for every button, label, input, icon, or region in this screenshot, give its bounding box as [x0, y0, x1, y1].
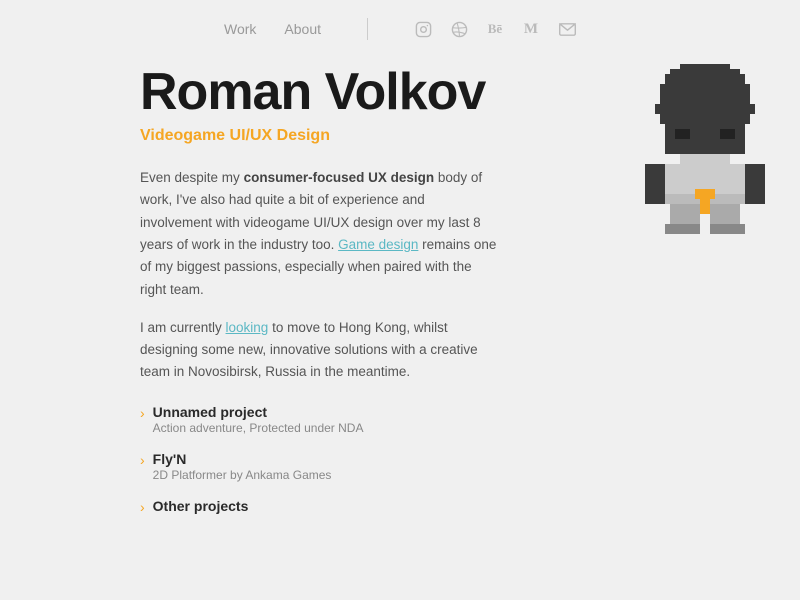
nav-links: Work About Bē	[224, 18, 576, 40]
project-sub: Action adventure, Protected under NDA	[153, 421, 364, 435]
project-name: Fly'N	[153, 451, 332, 467]
project-info: Fly'N 2D Platformer by Ankama Games	[153, 451, 332, 482]
project-item[interactable]: › Other projects	[140, 498, 700, 515]
looking-link[interactable]: looking	[226, 320, 269, 335]
nav-about[interactable]: About	[284, 21, 321, 37]
instagram-icon[interactable]	[414, 20, 432, 38]
medium-icon[interactable]: M	[522, 20, 540, 38]
project-item[interactable]: › Fly'N 2D Platformer by Ankama Games	[140, 451, 700, 482]
nav-divider	[367, 18, 368, 40]
nav-work[interactable]: Work	[224, 21, 256, 37]
content-left: Roman Volkov Videogame UI/UX Design Even…	[140, 64, 700, 531]
navbar: Work About Bē	[0, 0, 800, 54]
description-1: Even despite my consumer-focused UX desi…	[140, 167, 500, 301]
chevron-right-icon: ›	[140, 499, 145, 515]
page-title: Roman Volkov	[140, 64, 700, 121]
nav-icons: Bē M	[414, 20, 576, 38]
dribbble-icon[interactable]	[450, 20, 468, 38]
subtitle: Videogame UI/UX Design	[140, 127, 700, 145]
project-info: Other projects	[153, 498, 249, 514]
description-2: I am currently looking to move to Hong K…	[140, 317, 500, 384]
projects-list: › Unnamed project Action adventure, Prot…	[140, 404, 700, 515]
pixel-art-character	[640, 64, 770, 254]
game-design-link[interactable]: Game design	[338, 237, 418, 252]
project-name: Unnamed project	[153, 404, 364, 420]
project-item[interactable]: › Unnamed project Action adventure, Prot…	[140, 404, 700, 435]
main-content: Roman Volkov Videogame UI/UX Design Even…	[0, 54, 800, 531]
chevron-right-icon: ›	[140, 452, 145, 468]
bold-text: consumer-focused UX design	[244, 170, 435, 185]
email-icon[interactable]	[558, 20, 576, 38]
project-info: Unnamed project Action adventure, Protec…	[153, 404, 364, 435]
project-sub: 2D Platformer by Ankama Games	[153, 468, 332, 482]
behance-icon[interactable]: Bē	[486, 20, 504, 38]
chevron-right-icon: ›	[140, 405, 145, 421]
project-name: Other projects	[153, 498, 249, 514]
